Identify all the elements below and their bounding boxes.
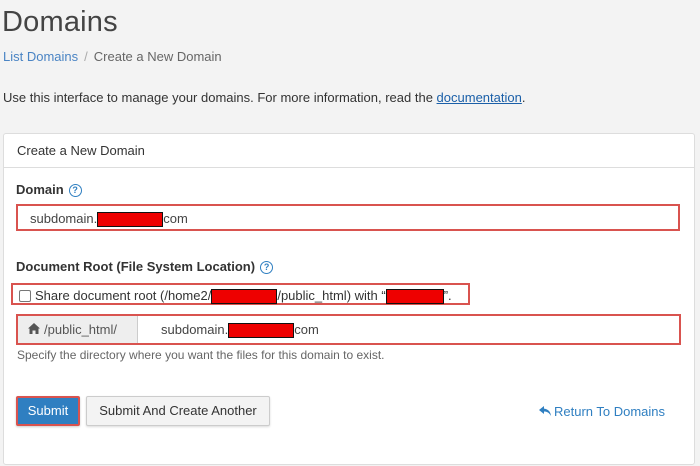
breadcrumb-list-domains[interactable]: List Domains	[3, 49, 78, 64]
document-root-hint: Specify the directory where you want the…	[17, 348, 385, 362]
home-icon	[28, 316, 40, 343]
return-to-domains-link[interactable]: Return To Domains	[539, 404, 665, 419]
docroot-value-prefix: subdomain.	[161, 322, 229, 337]
help-icon[interactable]: ?	[260, 261, 274, 274]
domain-label: Domain?	[16, 182, 82, 197]
redacted-block	[228, 323, 295, 339]
intro-text: Use this interface to manage your domain…	[3, 90, 525, 105]
share-text-middle: /public_html) with “	[277, 288, 386, 303]
share-docroot-label: Share document root (/home2/ /public_html…	[35, 288, 452, 305]
document-root-label-text: Document Root (File System Location)	[16, 259, 256, 274]
page-title: Domains	[2, 6, 118, 38]
help-icon[interactable]: ?	[68, 184, 82, 197]
breadcrumb: List Domains / Create a New Domain	[3, 49, 222, 64]
share-text-suffix: ”.	[443, 288, 452, 303]
return-to-domains-text: Return To Domains	[554, 404, 666, 419]
documentation-link[interactable]: documentation	[437, 90, 522, 105]
reply-arrow-icon	[539, 404, 551, 419]
document-root-input-group: /public_html/ subdomain. com	[16, 314, 681, 345]
domain-label-text: Domain	[16, 182, 64, 197]
share-text-prefix: Share document root (/home2/	[35, 288, 212, 303]
redacted-block	[211, 289, 278, 305]
share-docroot-checkbox[interactable]	[19, 290, 31, 302]
document-root-input[interactable]: subdomain. com	[161, 322, 319, 339]
share-docroot-row[interactable]: Share document root (/home2/ /public_html…	[11, 283, 470, 305]
submit-and-create-another-button[interactable]: Submit And Create Another	[86, 396, 270, 426]
panel-heading: Create a New Domain	[4, 134, 694, 168]
breadcrumb-current: Create a New Domain	[93, 49, 222, 64]
intro-suffix: .	[521, 90, 526, 105]
document-root-addon: /public_html/	[18, 316, 138, 343]
docroot-value-suffix: com	[294, 322, 319, 337]
breadcrumb-separator: /	[84, 49, 88, 64]
document-root-addon-text: /public_html/	[44, 322, 117, 337]
domain-value-suffix: com	[163, 211, 188, 226]
document-root-label: Document Root (File System Location)?	[16, 259, 274, 274]
domain-value-prefix: subdomain.	[30, 211, 98, 226]
submit-button[interactable]: Submit	[16, 396, 80, 426]
domain-input[interactable]: subdomain. com	[16, 204, 680, 231]
domain-input-value: subdomain. com	[30, 211, 188, 228]
intro-text-body: Use this interface to manage your domain…	[3, 90, 437, 105]
create-domain-panel: Create a New Domain Domain? subdomain. co…	[3, 133, 695, 465]
redacted-block	[97, 212, 164, 228]
redacted-block	[385, 289, 444, 305]
